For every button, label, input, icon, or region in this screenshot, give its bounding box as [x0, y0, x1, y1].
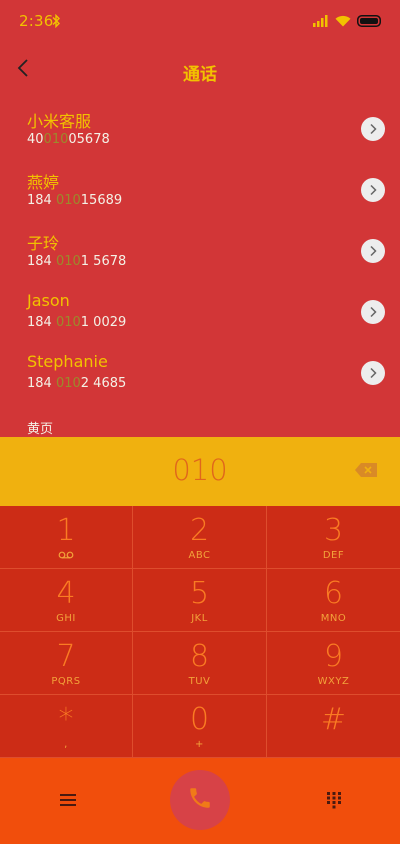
backspace-icon: [354, 463, 378, 482]
match-highlight: 010: [55, 315, 81, 330]
match-highlight: 010: [55, 376, 81, 391]
keypad-toggle-button[interactable]: [325, 791, 343, 809]
key-letters: JKL: [191, 613, 208, 624]
contact-result[interactable]: 子玲 184 0101 5678: [0, 224, 400, 285]
contact-name: Stephanie: [27, 352, 108, 371]
match-highlight: 010: [55, 254, 81, 269]
key-digit: 2: [189, 513, 210, 548]
contact-name: 子玲: [27, 234, 60, 253]
call-button[interactable]: [170, 770, 230, 830]
key-digit: 4: [56, 576, 76, 611]
contact-number: 4001005678: [27, 132, 110, 147]
match-highlight: 010: [55, 193, 81, 208]
key-digit: 8: [189, 639, 210, 674]
contact-number: 184 0102 4685: [27, 376, 127, 391]
key-digit: 9: [323, 639, 344, 674]
key-digit: 0: [189, 702, 210, 737]
key-letters: TUV: [188, 676, 211, 687]
key-digit: 3: [323, 513, 344, 548]
contact-detail-button[interactable]: [361, 117, 385, 141]
key-letters: +: [195, 739, 204, 750]
dial-keypad: 1 2 ABC 3 DEF 4 GHI 5 JKL 6 MNO 7 PQRS 8…: [0, 506, 400, 758]
key-letters: PQRS: [51, 676, 81, 687]
header: 通话: [0, 48, 400, 92]
key-digit: 5: [189, 576, 210, 611]
key-6[interactable]: 6 MNO: [267, 569, 400, 632]
key-digit: #: [320, 702, 347, 737]
key-8[interactable]: 8 TUV: [133, 632, 267, 695]
contact-detail-button[interactable]: [361, 178, 385, 202]
key-star[interactable]: * ,: [0, 695, 133, 758]
key-7[interactable]: 7 PQRS: [0, 632, 133, 695]
page-title: 通话: [183, 65, 217, 85]
contact-result[interactable]: 燕婷 184 01015689: [0, 163, 400, 224]
key-letters: GHI: [56, 613, 76, 624]
battery-icon: [357, 12, 381, 31]
delete-button[interactable]: [354, 462, 378, 478]
bottom-action-bar: [0, 758, 400, 844]
key-1[interactable]: 1: [0, 506, 133, 569]
contact-detail-button[interactable]: [361, 239, 385, 263]
chevron-right-icon: [369, 242, 377, 261]
key-digit: 6: [323, 576, 344, 611]
menu-icon: [57, 794, 79, 813]
yellow-pages-link[interactable]: 黄页: [27, 418, 53, 437]
contact-number: 184 01015689: [27, 193, 123, 208]
contact-result[interactable]: 小米客服 4001005678: [0, 102, 400, 163]
wifi-icon: [335, 12, 351, 31]
key-digit: *: [58, 702, 74, 737]
contact-detail-button[interactable]: [361, 361, 385, 385]
key-letters: MNO: [320, 613, 347, 624]
key-letters: WXYZ: [317, 676, 350, 687]
contact-number: 184 0101 5678: [27, 254, 127, 269]
phone-icon: [187, 785, 213, 815]
match-highlight: 010: [43, 132, 69, 147]
key-letters: ABC: [188, 550, 211, 561]
contact-name: 燕婷: [27, 173, 60, 192]
menu-button[interactable]: [57, 791, 79, 809]
key-letters: DEF: [322, 550, 345, 561]
chevron-right-icon: [369, 364, 377, 383]
dialed-number: 010: [172, 453, 228, 487]
signal-icon: [313, 12, 329, 31]
key-4[interactable]: 4 GHI: [0, 569, 133, 632]
key-digit: 7: [56, 639, 76, 674]
dial-input-bar: 010: [0, 437, 400, 506]
contact-result[interactable]: Jason 184 0101 0029: [0, 285, 400, 346]
key-digit: 1: [56, 513, 76, 548]
keypad-icon: [325, 792, 343, 813]
contact-number: 184 0101 0029: [27, 315, 127, 330]
key-9[interactable]: 9 WXYZ: [267, 632, 400, 695]
contact-name: Jason: [27, 291, 70, 310]
key-5[interactable]: 5 JKL: [133, 569, 267, 632]
status-bar: 2:36: [0, 0, 400, 42]
chevron-right-icon: [369, 303, 377, 322]
chevron-right-icon: [369, 181, 377, 200]
contact-detail-button[interactable]: [361, 300, 385, 324]
contact-results-list: 小米客服 4001005678 燕婷 184 01015689 子玲 184 0…: [0, 102, 400, 407]
key-3[interactable]: 3 DEF: [267, 506, 400, 569]
key-0[interactable]: 0 +: [133, 695, 267, 758]
contact-result[interactable]: Stephanie 184 0102 4685: [0, 346, 400, 407]
bluetooth-icon: [52, 13, 61, 32]
chevron-right-icon: [369, 120, 377, 139]
key-hash[interactable]: #: [267, 695, 400, 758]
status-time: 2:36: [19, 12, 54, 30]
key-letters: ,: [64, 739, 68, 750]
voicemail-icon: [58, 550, 74, 560]
contact-name: 小米客服: [27, 112, 92, 131]
key-2[interactable]: 2 ABC: [133, 506, 267, 569]
